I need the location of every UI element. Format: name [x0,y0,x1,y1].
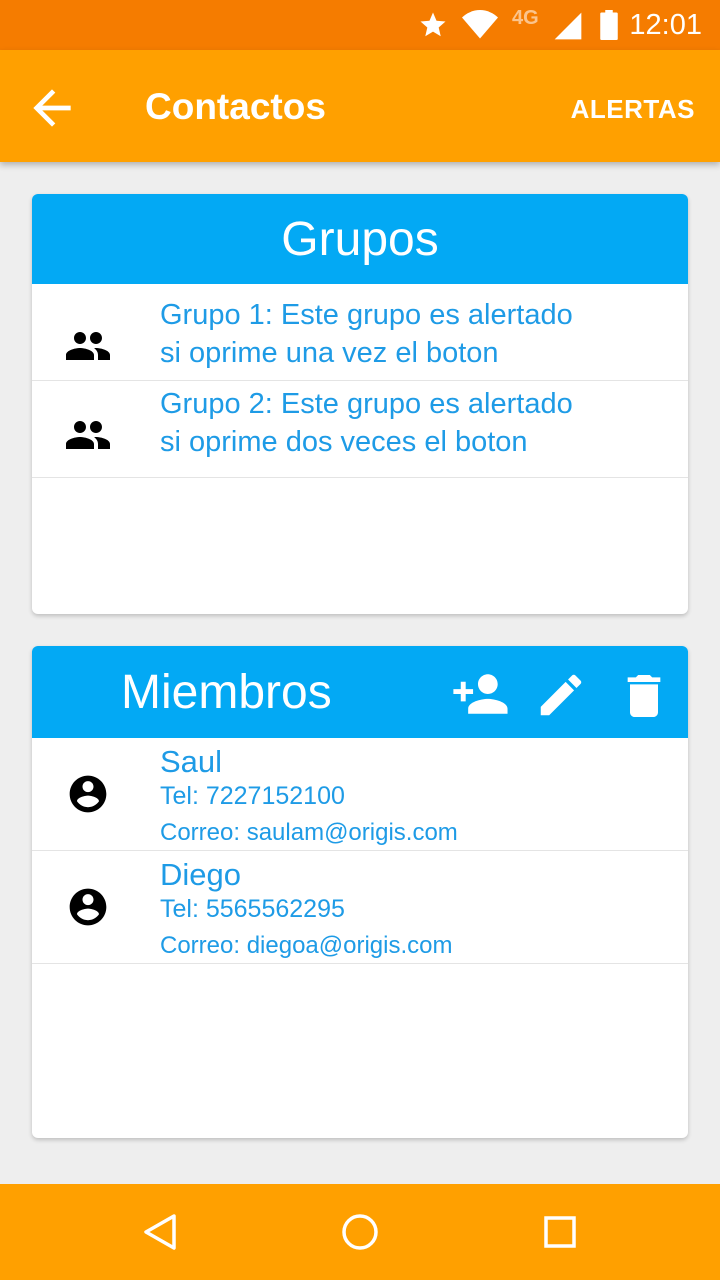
group-line-1: Grupo 2: Este grupo es alertado [160,388,573,420]
member-email: Correo: diegoa@origis.com [160,932,453,959]
members-header: Miembros [32,646,688,738]
group-item-2[interactable]: Grupo 2: Este grupo es alertado si oprim… [32,381,688,478]
battery-icon [600,10,618,40]
members-card: Miembros Saul Tel: 7227152100 Correo: sa… [32,646,688,1138]
member-name: Saul [160,744,223,779]
add-person-icon[interactable] [446,668,510,720]
arrow-back-icon[interactable] [24,80,80,136]
member-item-1[interactable]: Saul Tel: 7227152100 Correo: saulam@orig… [32,738,688,851]
member-email: Correo: saulam@origis.com [160,819,458,846]
member-phone: Tel: 5565562295 [160,895,345,923]
group-description: Grupo 2: Este grupo es alertado si oprim… [160,385,660,461]
group-description: Grupo 1: Este grupo es alertado si oprim… [160,296,660,372]
home-circle-icon[interactable] [338,1210,382,1254]
wifi-icon [462,10,498,39]
group-line-2: si oprime una vez el boton [160,337,499,369]
star-icon [420,12,446,37]
recents-square-icon[interactable] [538,1210,582,1254]
member-phone: Tel: 7227152100 [160,782,345,810]
status-bar: 4G 12:01 [0,0,720,50]
member-name: Diego [160,857,241,892]
app-bar: Contactos ALERTAS [0,50,720,162]
group-icon [66,332,110,360]
account-circle-icon [69,775,107,813]
groups-card: Grupos Grupo 1: Este grupo es alertado s… [32,194,688,614]
group-item-1[interactable]: Grupo 1: Este grupo es alertado si oprim… [32,284,688,381]
system-nav-bar [0,1184,720,1280]
members-title: Miembros [121,666,332,719]
group-line-1: Grupo 1: Este grupo es alertado [160,299,573,331]
member-item-2[interactable]: Diego Tel: 5565562295 Correo: diegoa@ori… [32,851,688,964]
back-triangle-icon[interactable] [138,1210,182,1254]
group-icon [66,421,110,449]
group-line-2: si oprime dos veces el boton [160,426,528,458]
account-circle-icon [69,888,107,926]
cell-signal-icon [554,12,582,40]
delete-icon[interactable] [616,668,672,724]
clock: 12:01 [629,9,702,41]
groups-title: Grupos [281,213,439,266]
alertas-button[interactable]: ALERTAS [571,94,695,125]
network-type: 4G [512,7,539,29]
groups-header: Grupos [32,194,688,284]
edit-icon[interactable] [534,668,588,722]
page-title: Contactos [145,86,326,127]
